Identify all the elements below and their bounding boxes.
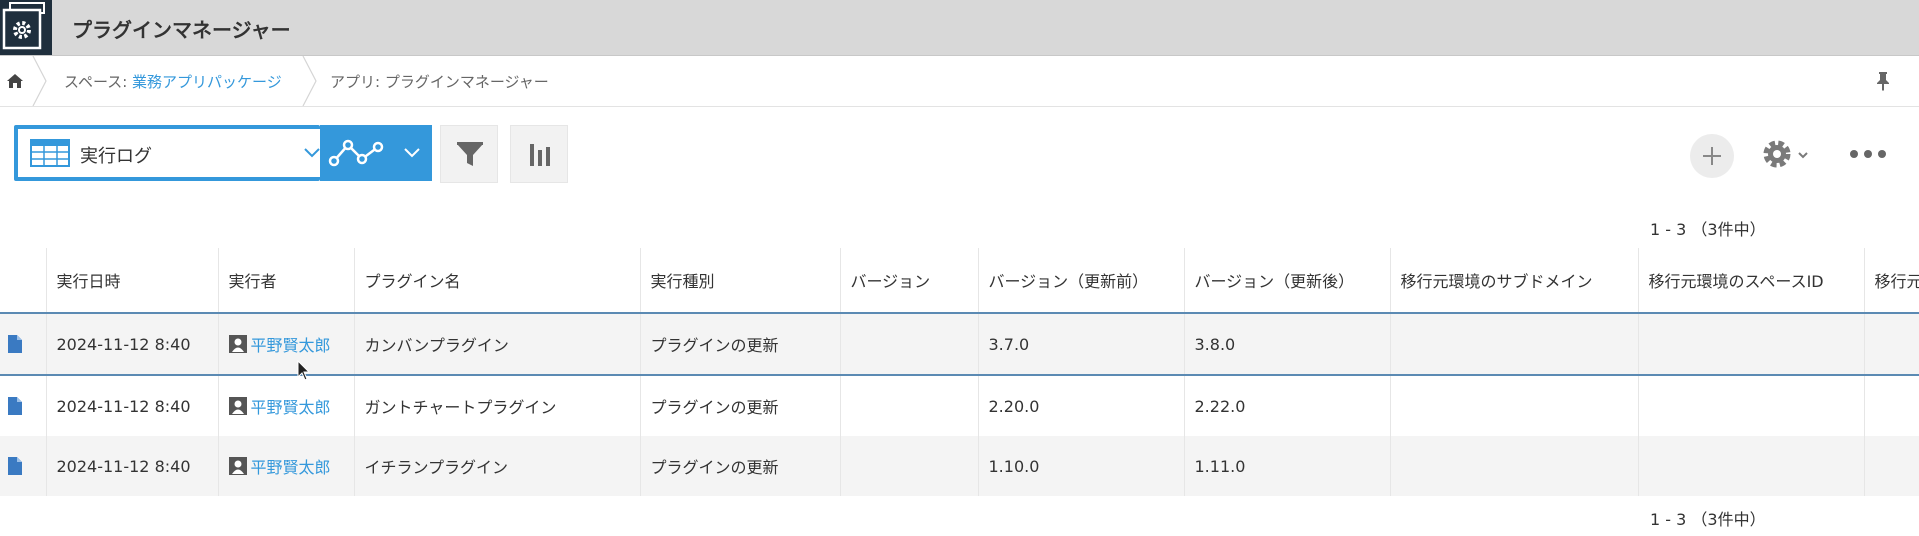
breadcrumb-app: アプリ: プラグインマネージャー (330, 73, 549, 91)
user-link[interactable]: 平野賢太郎 (251, 454, 331, 478)
cell-user: 平野賢太郎 (217, 436, 354, 496)
column-header-space-id[interactable]: 移行元環境のスペースID (1637, 248, 1864, 314)
column-header-datetime[interactable]: 実行日時 (45, 248, 218, 314)
view-dropdown[interactable]: 実行ログ (18, 129, 320, 177)
breadcrumb-space-link[interactable]: 業務アプリパッケージ (132, 73, 282, 91)
settings-menu-button[interactable] (1757, 134, 1815, 174)
cell-version-after: 2.22.0 (1183, 375, 1390, 436)
chevron-down-icon (304, 148, 320, 158)
table-row[interactable]: 2024-11-12 8:40 平野賢太郎 カンバンプラグイン プラグインの更新… (0, 313, 1919, 376)
cell-version-before: 1.10.0 (977, 436, 1184, 496)
pin-icon[interactable] (1873, 70, 1893, 92)
cell-version-after: 3.8.0 (1183, 313, 1390, 376)
cell-subdomain (1389, 436, 1638, 496)
cell-version-after: 1.11.0 (1183, 436, 1390, 496)
table-row[interactable]: 2024-11-12 8:40 平野賢太郎 ガントチャートプラグイン プラグイン… (0, 375, 1919, 436)
column-header-version-after[interactable]: バージョン（更新後） (1183, 248, 1390, 314)
user-link[interactable]: 平野賢太郎 (251, 394, 331, 418)
chevron-down-icon (1798, 152, 1808, 159)
filter-button[interactable] (440, 125, 498, 183)
breadcrumb: スペース: 業務アプリパッケージ アプリ: プラグインマネージャー (0, 56, 1919, 107)
cell-source (1863, 436, 1919, 496)
view-name: 実行ログ (80, 146, 152, 167)
cell-plugin: カンバンプラグイン (353, 313, 640, 376)
column-header-subdomain[interactable]: 移行元環境のサブドメイン (1389, 248, 1638, 314)
table-header-row: 実行日時 実行者 プラグイン名 実行種別 バージョン バージョン（更新前） バー… (0, 248, 1919, 314)
cell-datetime: 2024-11-12 8:40 (45, 313, 218, 376)
graph-button[interactable] (510, 125, 568, 183)
cell-datetime: 2024-11-12 8:40 (45, 375, 218, 436)
cell-type: プラグインの更新 (639, 436, 840, 496)
breadcrumb-space: スペース: 業務アプリパッケージ (64, 71, 282, 92)
mouse-cursor-icon (297, 360, 311, 381)
line-graph-icon (328, 139, 384, 167)
breadcrumb-space-prefix: スペース: (64, 73, 128, 91)
cell-version-before: 3.7.0 (977, 313, 1184, 376)
user-icon (228, 397, 247, 415)
plugin-manager-app-icon[interactable] (0, 0, 52, 55)
cell-version (839, 375, 978, 436)
page-title: プラグインマネージャー (72, 18, 291, 42)
column-header-version[interactable]: バージョン (839, 248, 978, 314)
document-icon[interactable] (8, 335, 22, 353)
cell-version-before: 2.20.0 (977, 375, 1184, 436)
cell-space-id (1637, 436, 1864, 496)
gear-icon (1763, 140, 1791, 168)
add-record-button[interactable] (1690, 134, 1734, 178)
column-header-type[interactable]: 実行種別 (639, 248, 840, 314)
pagination-bottom: 1 - 3 （3件中） (1650, 510, 1766, 529)
cell-plugin: ガントチャートプラグイン (353, 375, 640, 436)
cell-source (1863, 313, 1919, 376)
table-row[interactable]: 2024-11-12 8:40 平野賢太郎 イチランプラグイン プラグインの更新… (0, 436, 1919, 496)
view-selector[interactable]: 実行ログ (14, 125, 320, 181)
filter-icon (457, 142, 483, 166)
bar-chart-icon (530, 144, 550, 166)
cell-version (839, 313, 978, 376)
breadcrumb-separator (32, 56, 47, 106)
chevron-down-icon (404, 148, 420, 158)
document-icon[interactable] (8, 457, 22, 475)
pagination-top: 1 - 3 （3件中） (1650, 220, 1766, 239)
document-icon[interactable] (8, 397, 22, 415)
cell-type: プラグインの更新 (639, 313, 840, 376)
app-header: プラグインマネージャー (0, 0, 1919, 56)
records-table: 実行日時 実行者 プラグイン名 実行種別 バージョン バージョン（更新前） バー… (0, 248, 1919, 496)
column-header-version-before[interactable]: バージョン（更新前） (977, 248, 1184, 314)
cell-space-id (1637, 375, 1864, 436)
column-header-source[interactable]: 移行元 (1863, 248, 1919, 314)
cell-type: プラグインの更新 (639, 375, 840, 436)
user-icon (228, 335, 247, 353)
cell-datetime: 2024-11-12 8:40 (45, 436, 218, 496)
breadcrumb-separator (302, 56, 317, 106)
user-icon (228, 457, 247, 475)
home-icon[interactable] (4, 70, 26, 92)
column-header (0, 248, 46, 314)
cell-space-id (1637, 313, 1864, 376)
plus-icon (1703, 147, 1721, 165)
cell-version (839, 436, 978, 496)
graph-menu-button[interactable] (320, 125, 432, 181)
cell-user: 平野賢太郎 (217, 313, 354, 376)
column-header-plugin[interactable]: プラグイン名 (353, 248, 640, 314)
column-header-user[interactable]: 実行者 (217, 248, 354, 314)
more-icon[interactable] (1846, 146, 1890, 162)
cell-source (1863, 375, 1919, 436)
cell-subdomain (1389, 375, 1638, 436)
cell-subdomain (1389, 313, 1638, 376)
cell-plugin: イチランプラグイン (353, 436, 640, 496)
user-link[interactable]: 平野賢太郎 (251, 332, 331, 356)
cell-user: 平野賢太郎 (217, 375, 354, 436)
table-icon (30, 139, 70, 167)
